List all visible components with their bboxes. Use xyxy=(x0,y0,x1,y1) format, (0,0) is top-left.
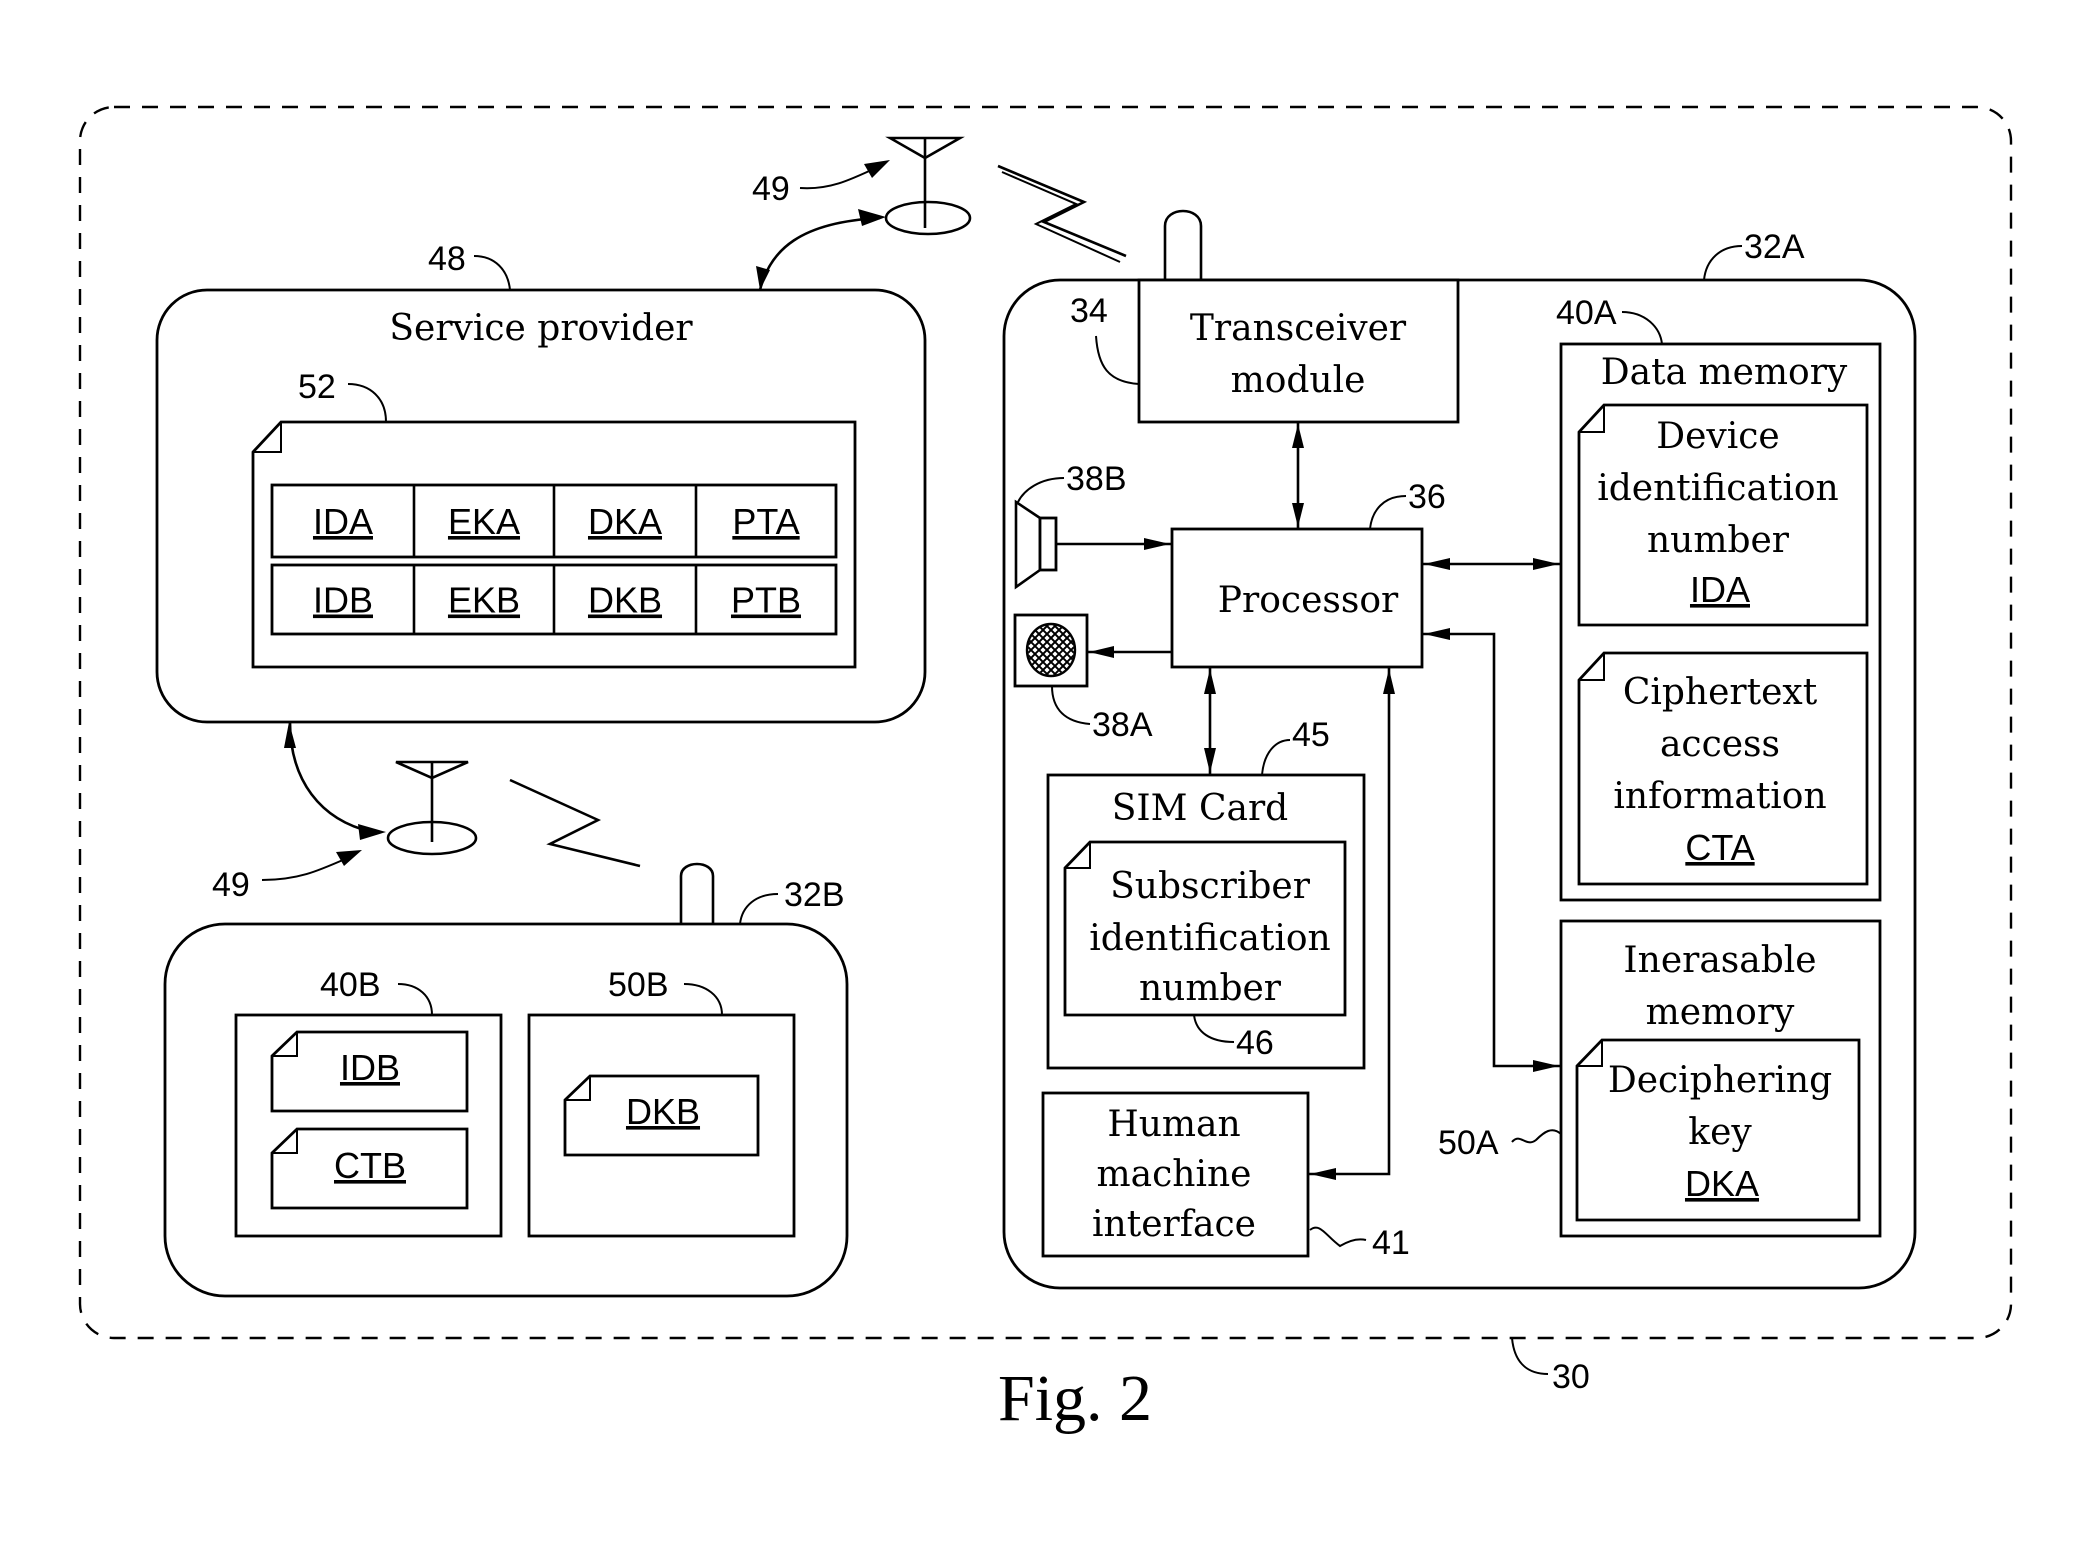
table-cell: IDA xyxy=(313,501,373,542)
doc-idb: IDB xyxy=(270,1030,469,1113)
processor-ref: 36 xyxy=(1408,478,1446,516)
system-ref-leader xyxy=(1511,1337,1549,1375)
processor-label: Processor xyxy=(1218,580,1399,621)
patent-figure: 30 Fig. 2 48 Service provider 52 IDA EKA D… xyxy=(78,105,2013,1435)
arrowhead xyxy=(336,850,362,866)
subscriber-doc-ref: 46 xyxy=(1236,1024,1274,1062)
inerasable-a-title-line2: memory xyxy=(1646,992,1795,1033)
arrowhead xyxy=(864,160,890,178)
transceiver-label-line2: module xyxy=(1231,360,1366,401)
data-memory-b-ref: 40B xyxy=(320,966,381,1004)
doc-ctb-label: CTB xyxy=(334,1145,406,1186)
base-station-antenna-top xyxy=(884,136,972,236)
network-ref-bottom-leader xyxy=(261,855,353,881)
device-a-ref: 32A xyxy=(1744,228,1805,266)
arrowhead xyxy=(756,266,770,290)
sim-card-ref: 45 xyxy=(1292,716,1330,754)
hmi-line1: Human xyxy=(1107,1104,1240,1145)
doc-ctb: CTB xyxy=(270,1127,469,1210)
doc-ciphertext-access: Ciphertext access information CTA xyxy=(1577,651,1869,886)
service-provider-ref: 48 xyxy=(428,240,466,278)
network-ref-top: 49 xyxy=(752,170,790,208)
service-provider: 48 Service provider 52 IDA EKA DKA PTA IDB EK… xyxy=(155,240,927,724)
hmi-line2: machine xyxy=(1097,1154,1252,1195)
inerasable-memory-b-ref: 50B xyxy=(608,966,669,1004)
deciphering-line2: key xyxy=(1688,1112,1752,1153)
subscriber-line1: Subscriber xyxy=(1110,866,1311,907)
figure-caption: Fig. 2 xyxy=(998,1362,1152,1435)
doc-device-id: Device identification number IDA xyxy=(1577,403,1869,627)
device-id-code: IDA xyxy=(1690,569,1750,610)
arrowhead xyxy=(284,722,296,748)
mobile-device-b: 32B 40B IDB CTB 50B DKB xyxy=(163,862,849,1298)
ciphertext-line2: access xyxy=(1660,724,1780,765)
base-station-antenna-bottom xyxy=(386,760,478,856)
doc-idb-label: IDB xyxy=(340,1047,400,1088)
transceiver-label-line1: Transceiver xyxy=(1190,308,1407,349)
antenna-a-icon xyxy=(1163,209,1203,280)
deciphering-line1: Deciphering xyxy=(1608,1060,1832,1101)
device-a-ref-leader xyxy=(1703,245,1743,281)
ciphertext-code: CTA xyxy=(1685,827,1754,868)
doc-subscriber-id: Subscriber identification number xyxy=(1063,840,1347,1017)
speaker-ref: 38B xyxy=(1066,460,1127,498)
inerasable-a-title-line1: Inerasable xyxy=(1623,940,1816,981)
device-id-line3: number xyxy=(1647,520,1790,561)
service-provider-title: Service provider xyxy=(389,308,693,349)
doc-dkb-label: DKB xyxy=(626,1091,700,1132)
subscriber-line2: identification xyxy=(1089,918,1331,959)
subscriber-table-ref: 52 xyxy=(298,368,336,406)
table-cell: IDB xyxy=(313,580,373,621)
arrowhead xyxy=(358,824,386,840)
system-ref: 30 xyxy=(1552,1358,1590,1396)
table-cell: EKA xyxy=(448,501,520,542)
wireless-signal-top-shadow xyxy=(1001,171,1121,263)
subscriber-line3: number xyxy=(1139,968,1282,1009)
ciphertext-line3: information xyxy=(1613,776,1826,817)
doc-dkb: DKB xyxy=(563,1074,760,1157)
data-memory-a-ref: 40A xyxy=(1556,294,1617,332)
table-cell: DKA xyxy=(588,501,662,542)
inerasable-a-ref: 50A xyxy=(1438,1124,1499,1162)
deciphering-code: DKA xyxy=(1685,1163,1759,1204)
sim-card-title: SIM Card xyxy=(1112,788,1288,829)
service-provider-ref-leader xyxy=(473,255,511,291)
device-b-ref-leader xyxy=(739,893,779,925)
doc-deciphering-key: Deciphering key DKA xyxy=(1575,1038,1861,1222)
table-cell: PTB xyxy=(731,580,801,621)
transceiver-ref: 34 xyxy=(1070,292,1108,330)
hmi-ref: 41 xyxy=(1372,1224,1410,1262)
display-ref: 38A xyxy=(1092,706,1153,744)
link-provider-bottom-antenna xyxy=(288,721,373,834)
table-cell: EKB xyxy=(448,580,520,621)
table-cell: DKB xyxy=(588,580,662,621)
wireless-signal-bottom-icon xyxy=(509,778,641,868)
table-cell: PTA xyxy=(732,501,799,542)
data-memory-a-title: Data memory xyxy=(1601,352,1848,393)
ciphertext-line1: Ciphertext xyxy=(1623,672,1818,713)
antenna-b-icon xyxy=(679,862,715,924)
device-id-line2: identification xyxy=(1597,468,1839,509)
device-b-ref: 32B xyxy=(784,876,845,914)
network-ref-bottom: 49 xyxy=(212,866,250,904)
hmi-line3: interface xyxy=(1092,1204,1256,1245)
device-id-line1: Device xyxy=(1656,416,1780,457)
link-provider-top-antenna xyxy=(758,216,881,291)
mobile-device-a: 32A Transceiver module 34 Processor 36 3… xyxy=(1002,209,1917,1290)
arrowhead xyxy=(858,209,886,226)
